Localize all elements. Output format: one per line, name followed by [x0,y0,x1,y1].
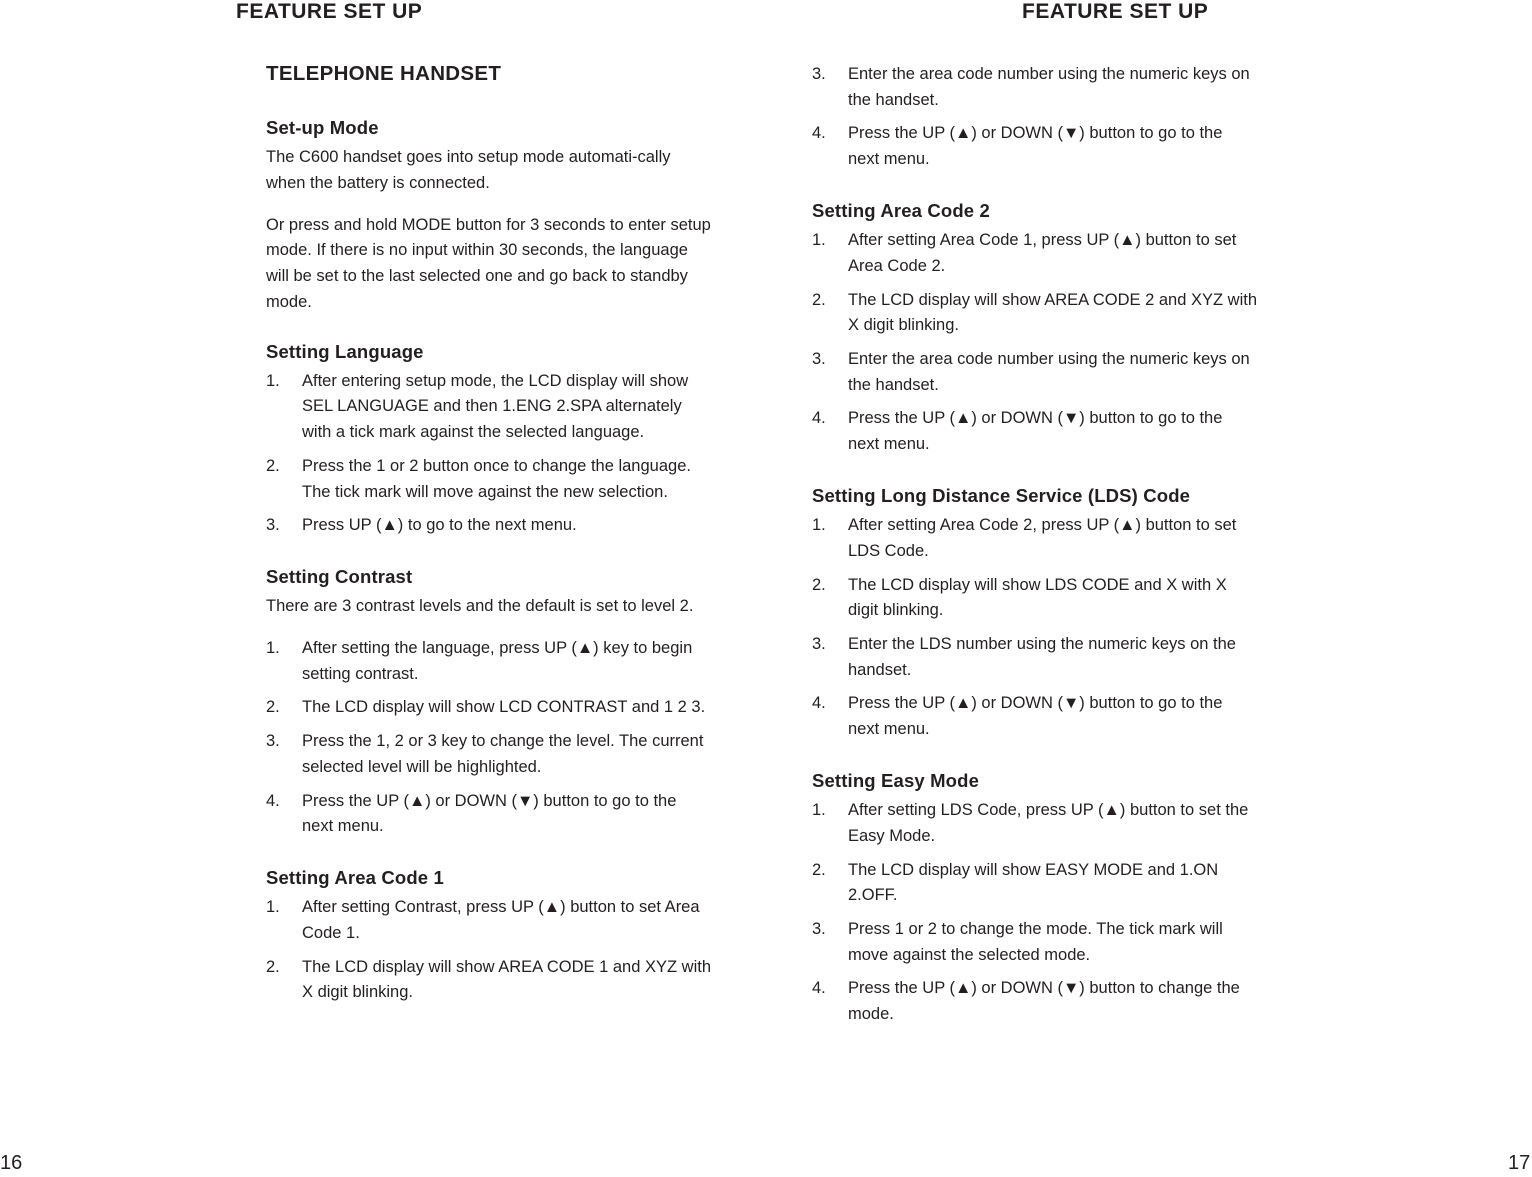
list-item: 4. Press the UP (▲) or DOWN (▼) button to… [266,789,711,840]
paragraph-setup-mode-button: Or press and hold MODE button for 3 seco… [266,215,711,311]
running-head-left: FEATURE SET UP [236,0,423,23]
steps-setting-lds-code: 1. After setting Area Code 2, press UP (▲… [812,513,1257,743]
step-text: After setting Contrast, press UP (▲) but… [302,898,700,942]
step-text: After setting the language, press UP (▲)… [302,638,693,683]
paragraph-setup-auto: The C600 handset goes into setup mode au… [266,148,671,192]
list-item: 3. Press 1 or 2 to change the mode. The t… [812,917,1257,968]
step-number: 3. [266,516,280,535]
page-number-left: 16 [0,1152,23,1174]
step-number: 3. [812,635,826,653]
step-text: The LCD display will show AREA CODE 2 an… [848,290,1257,335]
step-number: 1. [266,898,280,917]
step-number: 2. [812,290,826,309]
step-number: 4. [812,124,826,143]
step-number: 1. [812,516,826,535]
list-item: 2. Press the 1 or 2 button once to change… [266,454,711,505]
step-text: After entering setup mode, the LCD displ… [302,371,689,442]
list-item: 1. After setting LDS Code, press UP (▲) b… [812,798,1257,849]
list-item: 3. Enter the LDS number using the numeric… [812,632,1257,683]
heading-set-up-mode: Set-up Mode [266,117,379,138]
list-item: 3. Enter the area code number using the n… [812,62,1257,113]
steps-area-code-1-continued: 3. Enter the area code number using the n… [812,62,1257,173]
step-number: 1. [812,231,826,250]
step-number: 3. [812,920,826,938]
step-number: 2. [266,456,280,475]
step-text: After setting LDS Code, press UP (▲) but… [848,801,1249,845]
list-item: 4. Press the UP (▲) or DOWN (▼) button to… [812,406,1257,457]
list-item: 4. Press the UP (▲) or DOWN (▼) button to… [812,691,1257,742]
step-text: The LCD display will show EASY MODE and … [848,860,1219,905]
step-text: The LCD display will show LDS CODE and X… [848,575,1227,620]
left-column: TELEPHONE HANDSET Set-up Mode The C600 h… [266,62,711,1024]
manual-spread: FEATURE SET UP 16 TELEPHONE HANDSET Set-… [0,0,1532,1177]
list-item: 2. The LCD display will show EASY MODE an… [812,858,1257,909]
heading-setting-contrast: Setting Contrast [266,566,413,588]
list-item: 1. After setting Area Code 2, press UP (▲… [812,513,1257,564]
step-text: Enter the area code number using the num… [848,65,1250,109]
step-number: 1. [266,638,280,657]
heading-setting-lds-code: Setting Long Distance Service (LDS) Code [812,484,1191,506]
step-number: 2. [266,698,280,717]
step-number: 3. [812,350,826,368]
step-text: Press the UP (▲) or DOWN (▼) button to g… [848,124,1223,169]
step-text: After setting Area Code 1, press UP (▲) … [848,231,1237,275]
step-number: 4. [812,409,826,428]
steps-setting-area-code-1: 1. After setting Contrast, press UP (▲) b… [266,895,711,1006]
list-item: 1. After setting Contrast, press UP (▲) b… [266,895,711,946]
step-number: 3. [812,65,826,83]
step-text: Press the UP (▲) or DOWN (▼) button to c… [848,979,1240,1024]
list-item: 4. Press the UP (▲) or DOWN (▼) button to… [812,121,1257,172]
list-item: 4. Press the UP (▲) or DOWN (▼) button to… [812,976,1257,1027]
step-text: Press the UP (▲) or DOWN (▼) button to g… [848,694,1223,739]
steps-setting-contrast: 1. After setting the language, press UP (… [266,636,711,840]
step-number: 4. [266,791,280,810]
list-item: 3. Press the 1, 2 or 3 key to change the … [266,729,711,780]
step-number: 2. [266,957,280,976]
list-item: 3. Enter the area code number using the n… [812,347,1257,398]
paragraph-contrast-levels: There are 3 contrast levels and the defa… [266,597,694,616]
step-number: 4. [812,694,826,713]
steps-setting-language: 1. After entering setup mode, the LCD dis… [266,369,711,539]
step-number: 2. [812,860,826,879]
list-item: 2. The LCD display will show LCD CONTRAST… [266,695,711,721]
list-item: 2. The LCD display will show LDS CODE and… [812,573,1257,624]
steps-setting-area-code-2: 1. After setting Area Code 1, press UP (▲… [812,228,1257,458]
running-head-right: FEATURE SET UP [1022,0,1209,23]
step-text: Press 1 or 2 to change the mode. The tic… [848,920,1223,964]
step-number: 3. [266,732,280,751]
step-number: 1. [266,371,280,390]
step-text: Press the UP (▲) or DOWN (▼) button to g… [848,409,1223,454]
step-text: Press UP (▲) to go to the next menu. [302,516,577,535]
list-item: 1. After setting the language, press UP (… [266,636,711,687]
step-text: Press the 1 or 2 button once to change t… [302,456,691,501]
step-text: The LCD display will show LCD CONTRAST a… [302,698,706,717]
list-item: 2. The LCD display will show AREA CODE 2 … [812,288,1257,339]
step-text: After setting Area Code 2, press UP (▲) … [848,516,1237,560]
step-text: The LCD display will show AREA CODE 1 an… [302,957,711,1002]
step-text: Enter the LDS number using the numeric k… [848,635,1236,679]
heading-setting-area-code-1: Setting Area Code 1 [266,867,444,889]
list-item: 1. After entering setup mode, the LCD dis… [266,369,711,446]
heading-setting-area-code-2: Setting Area Code 2 [812,199,990,221]
page-number-right: 17 [1508,1152,1531,1174]
list-item: 3. Press UP (▲) to go to the next menu. [266,513,711,539]
heading-setting-easy-mode: Setting Easy Mode [812,769,980,791]
step-text: Press the 1, 2 or 3 key to change the le… [302,732,704,776]
step-text: Enter the area code number using the num… [848,350,1250,394]
page-title: TELEPHONE HANDSET [266,62,502,85]
step-number: 1. [812,801,826,820]
step-number: 4. [812,979,826,998]
steps-setting-easy-mode: 1. After setting LDS Code, press UP (▲) b… [812,798,1257,1028]
list-item: 2. The LCD display will show AREA CODE 1 … [266,955,711,1006]
right-column: 3. Enter the area code number using the n… [812,62,1257,1046]
step-text: Press the UP (▲) or DOWN (▼) button to g… [302,791,677,836]
heading-setting-language: Setting Language [266,340,424,362]
list-item: 1. After setting Area Code 1, press UP (▲… [812,228,1257,279]
step-number: 2. [812,575,826,594]
